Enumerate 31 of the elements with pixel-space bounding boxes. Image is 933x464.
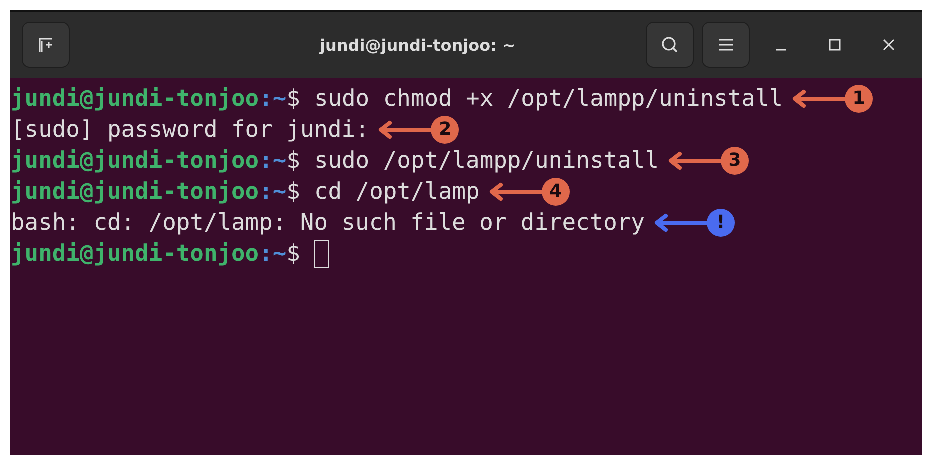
close-icon	[882, 38, 896, 52]
prompt-user-host: jundi@jundi-tonjoo	[11, 240, 260, 266]
new-tab-button[interactable]	[22, 22, 70, 68]
search-icon	[660, 35, 680, 55]
prompt-user-host: jundi@jundi-tonjoo	[11, 148, 260, 174]
output-text: bash: cd: /opt/lamp: No such file or directory	[11, 210, 645, 236]
prompt-symbol: $	[286, 148, 300, 174]
callout-number: 4	[542, 178, 570, 206]
prompt-path: :~	[259, 240, 287, 266]
prompt-symbol: $	[286, 86, 300, 112]
callout-number: 2	[431, 116, 460, 144]
output-text: [sudo] password for jundi:	[11, 116, 370, 142]
window-title: jundi@jundi-tonjoo: ~	[320, 36, 516, 54]
prompt-user-host: jundi@jundi-tonjoo	[11, 178, 260, 204]
minimize-icon	[776, 49, 786, 51]
callout-number: !	[706, 208, 735, 236]
search-button[interactable]	[646, 22, 694, 68]
maximize-icon	[828, 38, 842, 52]
prompt-path: :~	[259, 86, 287, 112]
callout-number: 1	[845, 84, 874, 112]
prompt-path: :~	[259, 148, 287, 174]
callout-number: 3	[721, 146, 749, 174]
prompt-symbol: $	[286, 240, 300, 266]
prompt-path: :~	[259, 178, 287, 204]
command-text: sudo chmod +x /opt/lampp/uninstall	[314, 86, 784, 112]
menu-icon	[717, 37, 735, 53]
command-text: sudo /opt/lampp/uninstall	[314, 148, 659, 174]
prompt-user-host: jundi@jundi-tonjoo	[11, 86, 260, 112]
prompt-symbol: $	[286, 178, 300, 204]
command-text: cd /opt/lamp	[314, 178, 480, 204]
menu-button[interactable]	[702, 22, 750, 68]
